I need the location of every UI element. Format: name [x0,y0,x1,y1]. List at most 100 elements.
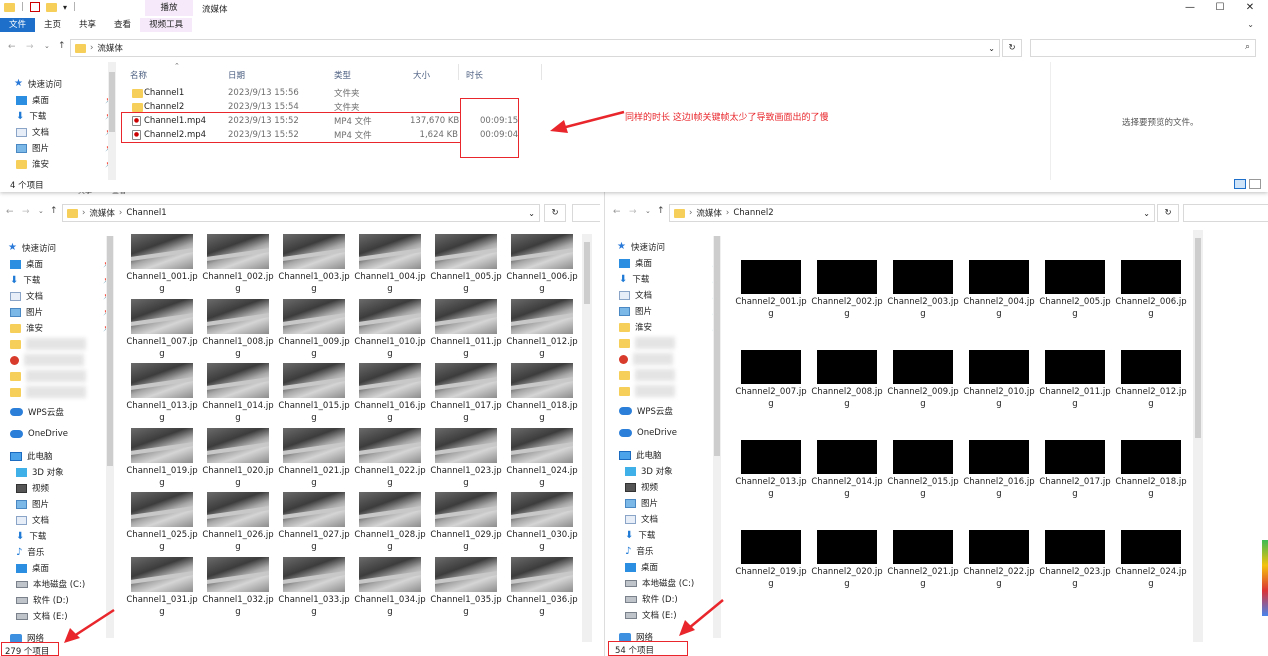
thumbnail-item[interactable]: Channel2_019.jpg [733,530,809,620]
nav-item-documents[interactable]: 文档📌 [4,288,116,304]
nav-item-downloads[interactable]: ⬇下载📌 [613,271,725,287]
back-icon[interactable]: ← [8,42,16,52]
breadcrumb-item[interactable]: 流媒体 [89,207,115,219]
refresh-icon[interactable]: ↻ [1002,39,1022,57]
thumbnail-item[interactable]: Channel1_012.jpg [504,298,580,364]
tab-file[interactable]: 文件 [0,18,36,32]
nav-item-documents[interactable]: 文档 [4,512,116,528]
nav-item-drive-c[interactable]: 本地磁盘 (C:) [4,576,116,592]
thumbnail-item[interactable]: Channel1_002.jpg [200,234,276,299]
forward-icon[interactable]: → [629,207,637,217]
thumbnail-item[interactable]: Channel1_025.jpg [124,492,200,557]
nav-scrollbar[interactable] [106,236,114,638]
thumbnail-item[interactable]: Channel1_019.jpg [124,427,200,493]
thumbnail-item[interactable]: Channel1_022.jpg [352,427,428,493]
thumbnail-item[interactable]: Channel2_024.jpg [1113,530,1189,620]
nav-item-pictures[interactable]: 图片 [613,495,725,511]
search-input[interactable]: ⌕ [1030,39,1256,57]
refresh-icon[interactable]: ↻ [544,204,566,222]
nav-item-drive-c[interactable]: 本地磁盘 (C:) [613,575,725,591]
maximize-button[interactable]: ☐ [1206,0,1234,16]
thumbnail-item[interactable]: Channel1_021.jpg [276,427,352,493]
thumbnail-item[interactable]: Channel2_001.jpg [733,260,809,350]
thumbnail-item[interactable]: Channel2_014.jpg [809,440,885,530]
tab-video-tools[interactable]: 视频工具 [140,18,193,32]
breadcrumb-item[interactable]: 流媒体 [696,207,722,219]
thumbnail-item[interactable]: Channel2_020.jpg [809,530,885,620]
breadcrumb-item[interactable]: 流媒体 [97,42,123,54]
search-input[interactable] [572,204,600,222]
thumbnail-item[interactable]: Channel2_022.jpg [961,530,1037,620]
nav-this-pc[interactable]: 此电脑 [613,447,725,463]
thumbnail-item[interactable]: Channel2_002.jpg [809,260,885,350]
nav-item-downloads[interactable]: ⬇ 下载 [4,528,116,544]
thumbnail-item[interactable]: Channel2_005.jpg [1037,260,1113,350]
thumbnail-item[interactable]: Channel1_027.jpg [276,492,352,557]
nav-item-huaian[interactable]: 淮安📌 [10,156,118,172]
column-size[interactable]: 大小 [413,69,430,81]
nav-item-wps[interactable]: WPS云盘 [613,403,725,419]
thumbnail-item[interactable]: Channel2_016.jpg [961,440,1037,530]
thumbnail-item[interactable]: Channel1_024.jpg [504,427,580,493]
thumbnail-item[interactable]: Channel2_008.jpg [809,350,885,440]
thumbnail-item[interactable]: Channel1_018.jpg [504,363,580,428]
thumbnail-item[interactable]: Channel1_016.jpg [352,363,428,428]
search-input[interactable] [1183,204,1268,222]
nav-item-desktop[interactable]: 桌面 [4,560,116,576]
details-view-icon[interactable] [1234,179,1246,189]
thumbnail-item[interactable]: Channel2_023.jpg [1037,530,1113,620]
address-bar[interactable]: › 流媒体 ⌄ [70,39,1000,57]
recent-dropdown-icon[interactable]: ⌄ [645,207,651,215]
nav-item-desktop[interactable]: 桌面 [613,559,725,575]
content-scrollbar[interactable] [1193,230,1203,642]
column-name[interactable]: 名称 [130,69,147,81]
thumbnail-item[interactable]: Channel1_030.jpg [504,492,580,557]
nav-item-pictures[interactable]: 图片📌 [613,303,725,319]
nav-item-3d[interactable]: 3D 对象 [613,463,725,479]
nav-item-blurred[interactable] [4,384,116,400]
thumbnail-item[interactable]: Channel1_008.jpg [200,298,276,364]
nav-item-music[interactable]: ♪ 音乐 [4,544,116,560]
up-icon[interactable]: ↑ [58,41,66,51]
thumbnail-item[interactable]: Channel1_032.jpg [200,556,276,622]
ribbon-expand-icon[interactable]: ⌄ [1247,20,1254,29]
nav-item-pictures[interactable]: 图片📌 [4,304,116,320]
thumbnail-item[interactable]: Channel1_011.jpg [428,298,504,364]
nav-item-blurred[interactable] [4,336,116,352]
forward-icon[interactable]: → [26,42,34,52]
column-type[interactable]: 类型 [334,69,351,81]
thumbnail-item[interactable]: Channel2_003.jpg [885,260,961,350]
large-icons-view-icon[interactable] [1249,179,1261,189]
column-date[interactable]: 日期 [228,69,245,81]
tab-share[interactable]: 共享 [70,18,105,32]
nav-item-downloads[interactable]: ⬇ 下载 [613,527,725,543]
nav-item-desktop[interactable]: 桌面📌 [10,92,118,108]
thumbnail-item[interactable]: Channel2_021.jpg [885,530,961,620]
thumbnail-item[interactable]: Channel1_006.jpg [504,234,580,299]
nav-item-blurred[interactable] [613,335,725,351]
thumbnail-item[interactable]: Channel1_029.jpg [428,492,504,557]
thumbnail-item[interactable]: Channel1_010.jpg [352,298,428,364]
address-bar[interactable]: › 流媒体 › Channel1 ⌄ [62,204,540,222]
nav-scrollbar[interactable] [713,236,721,638]
refresh-icon[interactable]: ↻ [1157,204,1179,222]
nav-item-blurred[interactable] [4,352,116,368]
thumbnail-item[interactable]: Channel1_035.jpg [428,556,504,622]
nav-item-onedrive[interactable]: OneDrive [613,425,725,441]
thumbnail-item[interactable]: Channel1_020.jpg [200,427,276,493]
nav-item-wps[interactable]: WPS云盘 [4,404,116,420]
thumbnail-item[interactable]: Channel1_031.jpg [124,556,200,622]
nav-item-downloads[interactable]: ⬇下载📌 [10,108,118,124]
up-icon[interactable]: ↑ [657,206,665,216]
thumbnail-item[interactable]: Channel1_028.jpg [352,492,428,557]
nav-item-documents[interactable]: 文档📌 [10,124,118,140]
nav-item-videos[interactable]: 视频 [4,480,116,496]
thumbnail-item[interactable]: Channel1_004.jpg [352,234,428,299]
up-icon[interactable]: ↑ [50,206,58,216]
nav-item-desktop[interactable]: 桌面📌 [613,255,725,271]
thumbnail-item[interactable]: Channel1_005.jpg [428,234,504,299]
thumbnail-item[interactable]: Channel1_023.jpg [428,427,504,493]
nav-this-pc[interactable]: 此电脑 [4,448,116,464]
dropdown-icon[interactable]: ▾ [63,3,67,12]
thumbnail-item[interactable]: Channel2_009.jpg [885,350,961,440]
